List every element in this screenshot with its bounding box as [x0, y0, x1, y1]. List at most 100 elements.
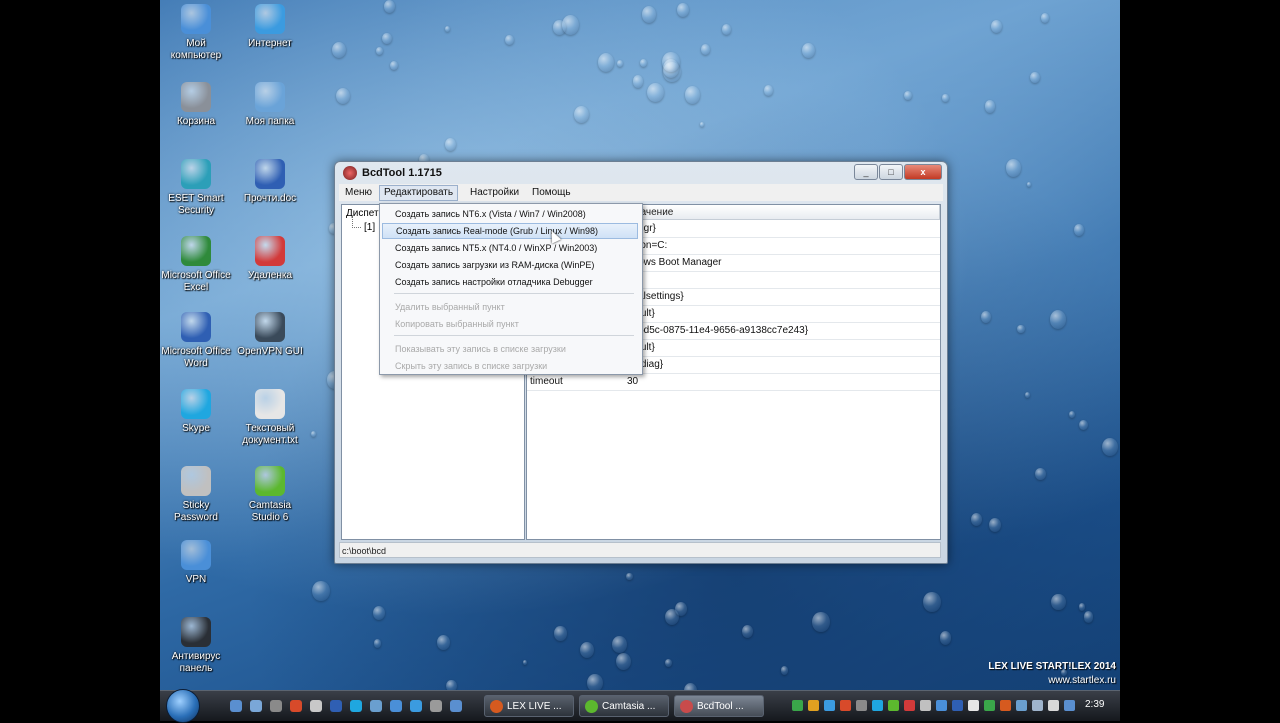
menu-option[interactable]: Создать запись Real-mode (Grub / Linux /…: [382, 223, 638, 239]
taskbar: LEX LIVE ... Camtasia ... BcdTool ... 2:39: [160, 689, 1120, 723]
tray-icon[interactable]: [808, 700, 819, 711]
quicklaunch-app-icon[interactable]: [310, 700, 322, 712]
window-titlebar[interactable]: BcdTool 1.1715 _ □ x: [335, 162, 947, 184]
rain-drop: [676, 2, 690, 18]
watermark-title: LEX LIVE START!LEX 2014: [988, 661, 1116, 672]
volume-icon[interactable]: [1032, 700, 1043, 711]
rain-drop: [389, 60, 398, 71]
menu-option[interactable]: Создать запись NT6.x (Vista / Win7 / Win…: [382, 206, 638, 222]
tray-icon[interactable]: [1000, 700, 1011, 711]
desktop-icon-label: Моя папка: [245, 116, 295, 127]
column-header-value[interactable]: Значение: [625, 205, 940, 220]
rain-drop: [617, 60, 624, 67]
table-row[interactable]: timeout 30: [527, 374, 940, 391]
rain-drop: [763, 85, 774, 97]
rain-drop: [373, 639, 382, 648]
desktop-icon-glyph: [255, 159, 285, 189]
desktop-icon[interactable]: Microsoft Office Word: [161, 312, 231, 370]
desktop-icon-glyph: [181, 159, 211, 189]
menu-bar: Меню Редактировать Настройки Помощь: [339, 184, 943, 201]
menu-item-menu[interactable]: Меню: [341, 186, 376, 200]
tray-icon[interactable]: [920, 700, 931, 711]
desktop-icon[interactable]: Мой компьютер: [161, 4, 231, 62]
desktop-icon[interactable]: OpenVPN GUI: [235, 312, 305, 358]
rain-drop: [699, 121, 705, 127]
rain-drop: [700, 44, 710, 55]
rain-drop: [780, 665, 789, 675]
rain-drop: [904, 90, 913, 100]
tray-icon[interactable]: [904, 700, 915, 711]
quicklaunch-skype-icon[interactable]: [350, 700, 362, 712]
desktop-icon[interactable]: ESET Smart Security: [161, 159, 231, 217]
menu-item-edit[interactable]: Редактировать: [379, 185, 459, 201]
quicklaunch-app-icon[interactable]: [390, 700, 402, 712]
rain-drop: [1074, 224, 1085, 236]
tray-icon[interactable]: [792, 700, 803, 711]
desktop-icon[interactable]: Интернет: [235, 4, 305, 50]
tray-icon[interactable]: [968, 700, 979, 711]
desktop-icon[interactable]: Camtasia Studio 6: [235, 466, 305, 524]
desktop-icon[interactable]: Sticky Password: [161, 466, 231, 524]
desktop-icon[interactable]: Текстовый документ.txt: [235, 389, 305, 447]
row-value: 035d5c-0875-11e4-9656-a9138cc7e243}: [627, 325, 809, 336]
taskbar-button[interactable]: LEX LIVE ...: [484, 695, 574, 717]
taskbar-button[interactable]: Camtasia ...: [579, 695, 669, 717]
tray-icon[interactable]: [984, 700, 995, 711]
quicklaunch-app-icon[interactable]: [450, 700, 462, 712]
tray-icon[interactable]: [936, 700, 947, 711]
quicklaunch-ie-icon[interactable]: [410, 700, 422, 712]
menu-item-settings[interactable]: Настройки: [466, 186, 523, 200]
tray-icon[interactable]: [872, 700, 883, 711]
desktop-icon[interactable]: Корзина: [161, 82, 231, 128]
quicklaunch-opera-icon[interactable]: [290, 700, 302, 712]
menu-option[interactable]: Создать запись загрузки из RAM-диска (Wi…: [382, 257, 638, 273]
window-title: BcdTool 1.1715: [362, 167, 442, 179]
tree-root[interactable]: Диспет: [346, 208, 379, 219]
network-icon[interactable]: [1016, 700, 1027, 711]
desktop-icon-glyph: [255, 236, 285, 266]
desktop-icon-glyph: [181, 82, 211, 112]
desktop-icon-label: Корзина: [176, 116, 216, 127]
rain-drop: [332, 41, 347, 59]
menu-item-help[interactable]: Помощь: [528, 186, 575, 200]
rain-drop: [626, 572, 633, 581]
taskbar-button[interactable]: BcdTool ...: [674, 695, 764, 717]
menu-option: Копировать выбранный пункт: [395, 319, 519, 329]
desktop-icon[interactable]: Skype: [161, 389, 231, 435]
quicklaunch-app-icon[interactable]: [370, 700, 382, 712]
clock[interactable]: 2:39: [1085, 699, 1104, 710]
quicklaunch-app-icon[interactable]: [430, 700, 442, 712]
desktop-icon[interactable]: Моя папка: [235, 82, 305, 128]
rain-drop: [970, 512, 983, 526]
language-icon[interactable]: [1064, 700, 1075, 711]
desktop-icon[interactable]: Прочти.doc: [235, 159, 305, 205]
menu-option: Скрыть эту запись в списке загрузки: [395, 361, 548, 371]
tray-icon[interactable]: [1048, 700, 1059, 711]
start-button[interactable]: [166, 689, 200, 723]
menu-option[interactable]: Создать запись NT5.x (NT4.0 / WinXP / Wi…: [382, 240, 638, 256]
close-button[interactable]: x: [904, 164, 942, 180]
rain-drop: [1030, 72, 1040, 84]
quicklaunch-word-icon[interactable]: [330, 700, 342, 712]
tray-icon[interactable]: [888, 700, 899, 711]
desktop-icon[interactable]: VPN: [161, 540, 231, 586]
quicklaunch-desktop-icon[interactable]: [230, 700, 242, 712]
tray-icon[interactable]: [952, 700, 963, 711]
desktop-icon-label: Microsoft Office Excel: [161, 270, 231, 293]
tree-item[interactable]: [1]: [364, 222, 375, 233]
desktop-icon[interactable]: Microsoft Office Excel: [161, 236, 231, 294]
tray-icon[interactable]: [824, 700, 835, 711]
tray-icon[interactable]: [840, 700, 851, 711]
minimize-button[interactable]: _: [854, 164, 878, 180]
tray-icon[interactable]: [856, 700, 867, 711]
desktop-icon-label: ESET Smart Security: [168, 193, 224, 216]
maximize-button[interactable]: □: [879, 164, 903, 180]
desktop-icon[interactable]: Антивирус панель: [161, 617, 231, 675]
quicklaunch-explorer-icon[interactable]: [250, 700, 262, 712]
quicklaunch-app-icon[interactable]: [270, 700, 282, 712]
desktop-icon[interactable]: Удаленка: [235, 236, 305, 282]
desktop-icon-glyph: [181, 389, 211, 419]
rain-drop: [942, 94, 949, 102]
menu-option[interactable]: Создать запись настройки отладчика Debug…: [382, 274, 638, 290]
rain-drop: [612, 636, 627, 654]
